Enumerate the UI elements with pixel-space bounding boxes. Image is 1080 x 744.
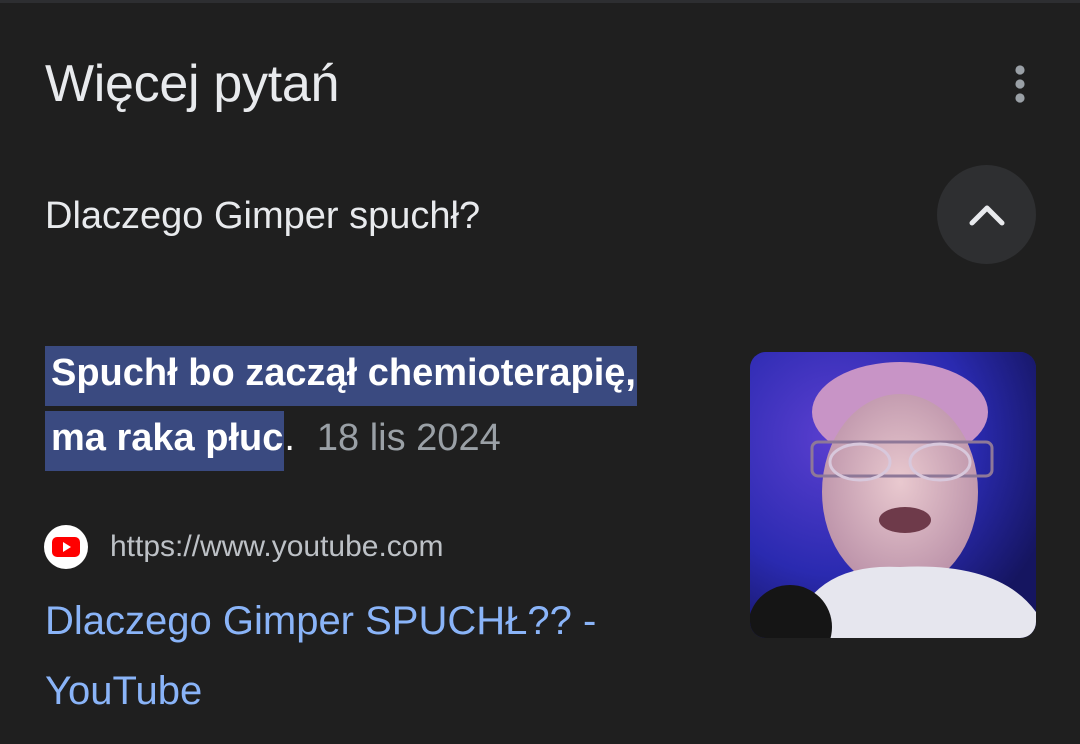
source-url: https://www.youtube.com	[110, 530, 444, 563]
chevron-up-icon	[969, 205, 1004, 225]
section-title: Więcej pytań	[45, 55, 340, 113]
question-text[interactable]: Dlaczego Gimper spuchł?	[45, 192, 480, 240]
source-row[interactable]: https://www.youtube.com	[44, 524, 444, 570]
more-vert-icon	[1015, 65, 1025, 103]
answer-snippet: Spuchł bo zaczął chemioterapię, ma raka …	[45, 341, 735, 471]
youtube-favicon	[44, 525, 88, 569]
answer-highlight-line2: ma raka płuc	[45, 411, 285, 471]
result-title-link[interactable]: Dlaczego Gimper SPUCHŁ?? - YouTube	[45, 586, 725, 726]
top-divider	[0, 0, 1080, 3]
youtube-icon	[52, 537, 80, 557]
answer-highlight-line1: Spuchł bo zaczął chemioterapię,	[45, 346, 637, 406]
thumbnail-image	[750, 352, 1036, 638]
answer-punctuation: .	[284, 417, 295, 459]
video-thumbnail[interactable]	[750, 352, 1036, 638]
answer-date: 18 lis 2024	[316, 417, 501, 459]
more-options-button[interactable]	[994, 58, 1046, 110]
collapse-question-button[interactable]	[937, 165, 1036, 264]
